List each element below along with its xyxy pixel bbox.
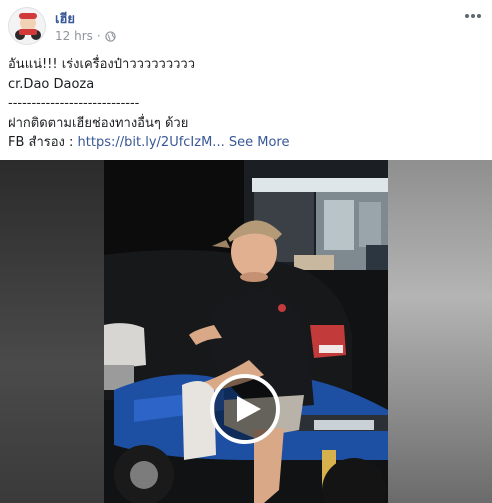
- post-header: เฮีย 12 hrs ·: [0, 0, 492, 50]
- caption-link-line: FB สำรอง : https://bit.ly/2UfcIzM... See…: [8, 133, 478, 153]
- fb-label: FB สำรอง :: [8, 135, 78, 150]
- play-button[interactable]: [210, 374, 280, 444]
- more-options-icon[interactable]: [462, 8, 484, 24]
- play-icon: [237, 396, 261, 422]
- post-caption: อันแน่!!! เร่งเครื่องป๋าววววววววว cr.Dao…: [8, 55, 478, 153]
- post-timestamp[interactable]: 12 hrs: [55, 29, 93, 43]
- video-blur-left: [0, 160, 104, 503]
- video-frame[interactable]: [104, 160, 388, 503]
- author-name[interactable]: เฮีย: [55, 8, 75, 29]
- caption-divider: ----------------------------: [8, 96, 140, 111]
- fb-link[interactable]: https://bit.ly/2UfcIzM...: [78, 135, 225, 150]
- see-more-link[interactable]: See More: [229, 135, 290, 150]
- post-meta: 12 hrs ·: [55, 29, 116, 43]
- caption-line: อันแน่!!! เร่งเครื่องป๋าววววววววว: [8, 57, 196, 72]
- video-player[interactable]: [0, 160, 492, 503]
- video-blur-right: [388, 160, 492, 503]
- caption-line: ฝากติดตามเฮียช่องทางอื่นๆ ด้วย: [8, 115, 189, 131]
- globe-icon: [105, 30, 116, 42]
- avatar[interactable]: [8, 7, 46, 45]
- caption-line: cr.Dao Daoza: [8, 76, 95, 92]
